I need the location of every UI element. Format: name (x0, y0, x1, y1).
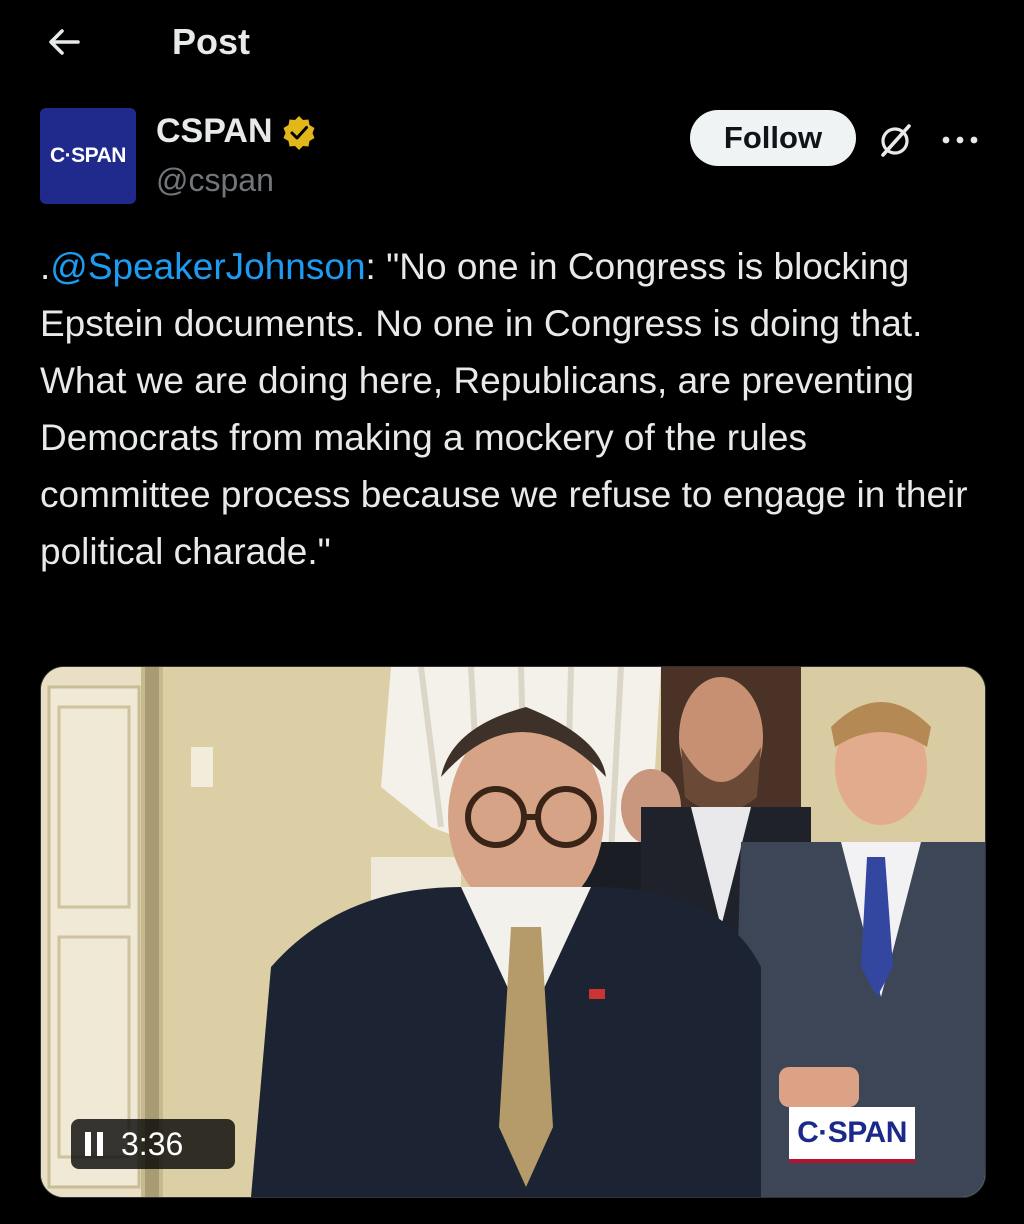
watermark-text: C·SPAN (797, 1116, 907, 1149)
name-row: CSPAN (156, 112, 317, 151)
back-arrow-icon (49, 29, 80, 55)
top-bar: Post (0, 0, 1024, 84)
mention-link[interactable]: @SpeakerJohnson (50, 246, 365, 287)
handle[interactable]: @cspan (156, 162, 274, 199)
grok-icon (881, 124, 911, 157)
verified-badge-icon (283, 115, 314, 150)
avatar-logo-text: C·SPAN (50, 144, 126, 167)
page-title: Post (172, 21, 251, 62)
cspan-watermark: C·SPAN (789, 1107, 915, 1163)
follow-button[interactable]: Follow (690, 110, 856, 166)
post-text-prefix: . (40, 246, 51, 287)
grok-button[interactable] (874, 118, 918, 162)
playback-time-control[interactable]: 3:36 (71, 1119, 235, 1169)
avatar[interactable]: C·SPAN (40, 108, 136, 204)
video-time: 3:36 (121, 1125, 184, 1162)
post-text: .@SpeakerJohnson: "No one in Congress is… (40, 238, 984, 580)
post-author: C·SPAN CSPAN @cspan Follow (40, 108, 984, 208)
post-text-body: : "No one in Congress is blocking Epstei… (40, 246, 968, 572)
display-name[interactable]: CSPAN (156, 112, 273, 151)
pause-icon[interactable] (85, 1132, 103, 1156)
more-options-icon (942, 136, 978, 144)
back-button[interactable] (40, 18, 88, 66)
video-player[interactable]: 3:36 C·SPAN (40, 666, 986, 1198)
more-options-button[interactable] (936, 118, 984, 162)
